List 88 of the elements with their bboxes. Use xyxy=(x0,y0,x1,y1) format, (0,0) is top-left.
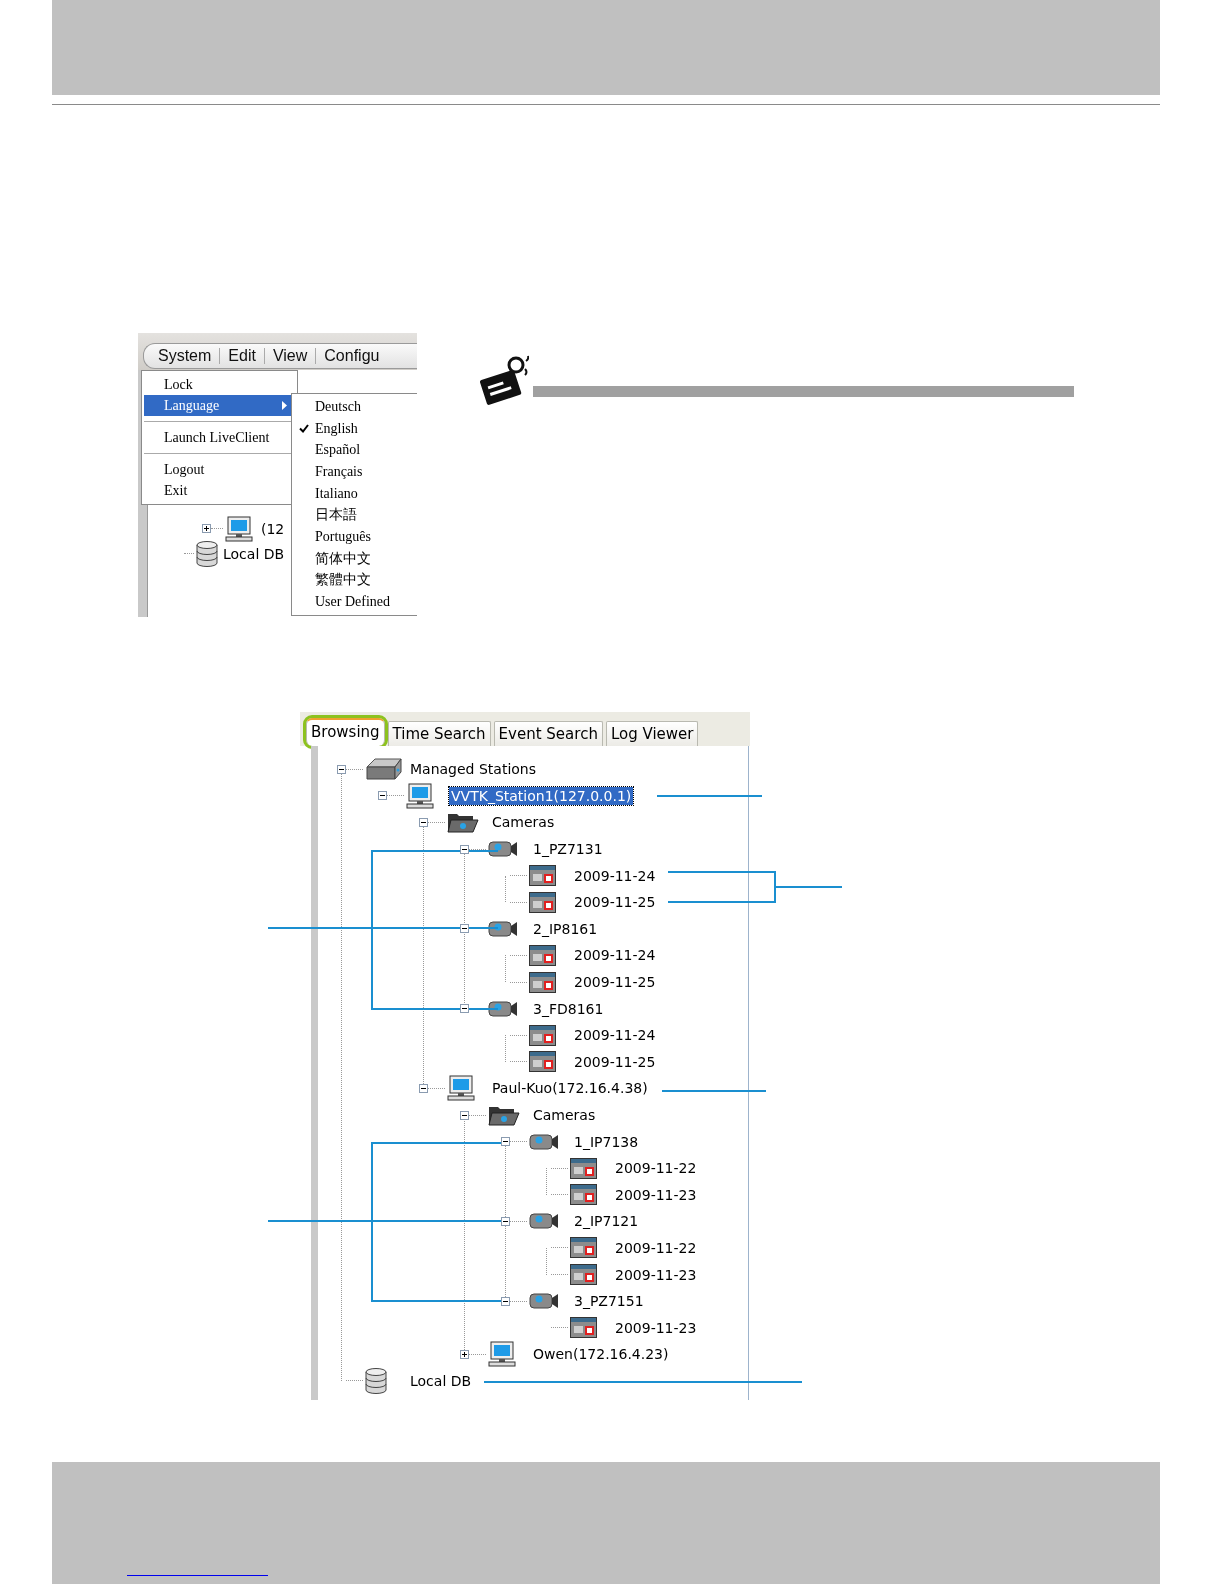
menu-item[interactable]: Español xyxy=(292,439,417,462)
tree-item-label[interactable]: 2009-11-25 xyxy=(572,973,658,992)
tree-item-label[interactable]: Owen(172.16.4.23) xyxy=(531,1345,671,1364)
tree-item-label[interactable]: Paul-Kuo(172.16.4.38) xyxy=(490,1079,650,1098)
collapse-icon[interactable] xyxy=(501,1216,510,1226)
tree-item-label[interactable]: Local DB xyxy=(408,1371,474,1390)
tab[interactable]: Log Viewer xyxy=(605,721,699,746)
menu-item[interactable]: Italiano xyxy=(292,482,417,505)
menu-item[interactable]: 简体中文 xyxy=(292,547,417,570)
camera-icon xyxy=(488,841,518,858)
calendar-icon xyxy=(529,865,556,887)
collapse-icon[interactable] xyxy=(419,1083,428,1093)
tree-item-label[interactable]: Cameras xyxy=(531,1106,598,1124)
tree-item-label[interactable]: 2009-11-23 xyxy=(613,1185,699,1204)
tree-item-label[interactable]: 2_IP7121 xyxy=(572,1212,641,1231)
calendar-icon xyxy=(529,944,556,966)
camera-icon xyxy=(529,1133,559,1150)
menu-bar-item[interactable]: Configu xyxy=(324,347,380,365)
computer-icon xyxy=(225,515,253,542)
server-icon xyxy=(365,757,403,782)
menu-bar-item[interactable]: Edit xyxy=(228,347,256,365)
calendar-icon xyxy=(570,1237,597,1259)
calendar-icon xyxy=(570,1264,597,1286)
camera-icon xyxy=(529,1293,559,1310)
menu-item[interactable]: Launch LiveClient xyxy=(144,427,295,448)
menu-item[interactable]: Français xyxy=(292,461,417,483)
calendar-icon xyxy=(529,1024,556,1046)
tree-item-label[interactable]: Managed Stations xyxy=(408,760,538,779)
camera-icon xyxy=(529,1213,559,1230)
expand-icon[interactable] xyxy=(202,524,211,533)
tree-item-label[interactable]: 2009-11-25 xyxy=(572,1052,658,1071)
collapse-icon[interactable] xyxy=(378,791,387,801)
tab[interactable]: Browsing xyxy=(306,718,385,746)
collapse-icon[interactable] xyxy=(501,1137,510,1147)
computer-icon xyxy=(406,782,434,809)
menu-item[interactable]: 繁體中文 xyxy=(292,569,417,592)
expand-icon[interactable] xyxy=(460,1349,469,1359)
tree-item-label[interactable]: 2009-11-23 xyxy=(613,1265,699,1284)
menu-item[interactable]: Logout xyxy=(144,459,295,480)
computer-icon xyxy=(447,1075,475,1102)
tree-item-label[interactable]: 2009-11-24 xyxy=(572,866,658,885)
collapse-icon[interactable] xyxy=(460,1004,469,1014)
camera-icon xyxy=(488,1000,518,1017)
collapse-icon[interactable] xyxy=(460,1110,469,1120)
tree-item-label[interactable]: (12 xyxy=(261,520,285,537)
folder-icon xyxy=(488,1104,520,1126)
collapse-icon[interactable] xyxy=(419,818,428,827)
folder-icon xyxy=(447,811,479,834)
collapse-icon[interactable] xyxy=(460,844,469,854)
tree-item-label[interactable]: 1_PZ7131 xyxy=(531,840,605,859)
menu-bar-item[interactable]: View xyxy=(272,347,308,365)
collapse-icon[interactable] xyxy=(337,764,346,774)
computer-icon xyxy=(488,1341,516,1368)
tree-item-label[interactable]: 3_PZ7151 xyxy=(572,1292,646,1311)
calendar-icon xyxy=(570,1157,597,1179)
collapse-icon[interactable] xyxy=(501,1296,510,1306)
tree-item-label[interactable]: 2009-11-22 xyxy=(613,1159,699,1178)
tree-item-label[interactable]: 2009-11-24 xyxy=(572,1026,658,1045)
menu-item[interactable]: English xyxy=(292,417,417,440)
calendar-icon xyxy=(529,971,556,993)
calendar-icon xyxy=(570,1184,597,1206)
collapse-icon[interactable] xyxy=(460,924,469,934)
menu-item[interactable]: 日本語 xyxy=(292,504,417,527)
menu-item[interactable]: Exit xyxy=(144,480,295,501)
tree-item-label[interactable]: 2009-11-22 xyxy=(613,1239,699,1257)
tree-item-label[interactable]: 2009-11-24 xyxy=(572,946,658,965)
camera-icon xyxy=(488,920,518,937)
tree-item-label[interactable]: 2_IP8161 xyxy=(531,919,600,938)
database-icon xyxy=(365,1367,387,1394)
menu-item[interactable]: Deutsch xyxy=(292,396,417,418)
tree-item-label[interactable]: Local DB xyxy=(223,545,285,562)
tree-item-label[interactable]: 3_FD8161 xyxy=(531,999,606,1018)
tree-item-label[interactable]: VVTK_Station1(127.0.0.1) xyxy=(449,786,634,805)
menu-bar-item[interactable]: System xyxy=(158,347,212,365)
tree-item-label[interactable]: Cameras xyxy=(490,813,557,832)
menu-item[interactable]: Português xyxy=(292,526,417,548)
calendar-icon xyxy=(570,1317,597,1339)
tab[interactable]: Event Search xyxy=(493,721,603,746)
tree-item-label[interactable]: 2009-11-25 xyxy=(572,893,658,912)
calendar-icon xyxy=(529,1051,556,1073)
tree-item-label[interactable]: 2009-11-23 xyxy=(613,1318,699,1337)
tree-item-label[interactable]: 1_IP7138 xyxy=(572,1132,641,1151)
calendar-icon xyxy=(529,891,556,913)
menu-item[interactable]: User Defined xyxy=(292,591,417,613)
database-icon xyxy=(196,540,218,567)
menu-item[interactable]: Lock xyxy=(144,374,295,395)
note-icon xyxy=(479,353,529,407)
tab[interactable]: Time Search xyxy=(387,721,491,746)
